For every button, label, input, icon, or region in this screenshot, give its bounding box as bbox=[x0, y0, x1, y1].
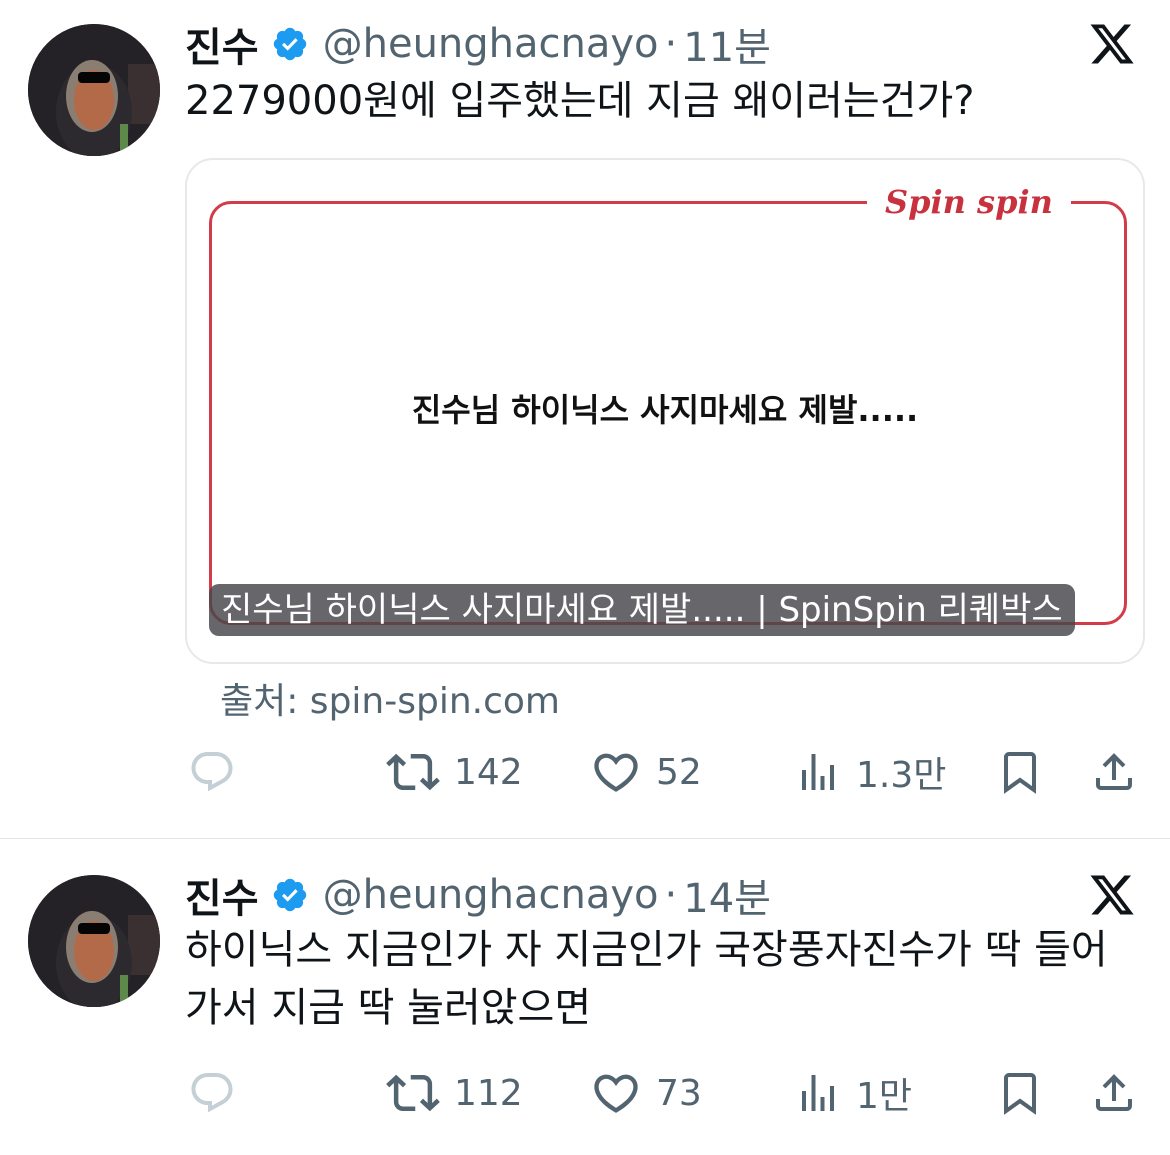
bookmark-button[interactable] bbox=[996, 1063, 1044, 1123]
retweet-button[interactable]: 142 bbox=[386, 742, 523, 802]
reply-button[interactable] bbox=[188, 1063, 236, 1123]
like-count: 73 bbox=[656, 1072, 702, 1114]
heart-icon bbox=[594, 1074, 638, 1113]
author-name[interactable]: 진수 bbox=[185, 15, 259, 73]
separator-dot: · bbox=[664, 872, 678, 918]
reply-icon bbox=[191, 752, 233, 792]
share-icon bbox=[1096, 1074, 1132, 1111]
tweet-actions: 142 52 1.3만 bbox=[0, 742, 1170, 802]
tweet-text: 2279000원에 입주했는데 지금 왜이러는건가? bbox=[185, 78, 975, 124]
card-body-text: 진수님 하이닉스 사지마세요 제발..... bbox=[411, 391, 919, 429]
retweet-count: 142 bbox=[454, 751, 523, 793]
bookmark-button[interactable] bbox=[996, 742, 1044, 802]
tweet-header: 진수 @heunghacnayo · 11분 bbox=[185, 20, 771, 71]
tweet-text-line: 가서 지금 딱 눌러앉으면 bbox=[185, 985, 592, 1031]
views-icon bbox=[802, 754, 834, 790]
retweet-icon bbox=[386, 1074, 440, 1112]
tweet-time[interactable]: 11분 bbox=[683, 15, 771, 73]
x-logo-icon bbox=[1087, 871, 1137, 919]
author-handle[interactable]: @heunghacnayo bbox=[323, 21, 659, 67]
separator-dot: · bbox=[664, 21, 678, 67]
views-button[interactable]: 1만 bbox=[794, 1063, 912, 1123]
tweet-header: 진수 @heunghacnayo · 14분 bbox=[185, 871, 771, 922]
avatar[interactable] bbox=[28, 24, 160, 156]
retweet-button[interactable]: 112 bbox=[386, 1063, 523, 1123]
tweet-text-line: 하이닉스 지금인가 자 지금인가 국장풍자진수가 딱 들어 bbox=[185, 927, 1108, 973]
heart-icon bbox=[594, 753, 638, 792]
card-caption: 진수님 하이닉스 사지마세요 제발..... | SpinSpin 리퀘박스 bbox=[209, 584, 1075, 636]
tweet-time[interactable]: 14분 bbox=[683, 866, 771, 924]
like-button[interactable]: 73 bbox=[590, 1063, 702, 1123]
retweet-icon bbox=[386, 753, 440, 791]
tweet-2[interactable]: 진수 @heunghacnayo · 14분 하이닉스 지금인가 자 지금인가 … bbox=[0, 839, 1170, 1155]
like-count: 52 bbox=[656, 751, 702, 793]
tweet-1[interactable]: 진수 @heunghacnayo · 11분 2279000원에 입주했는데 지… bbox=[0, 0, 1170, 838]
views-count: 1.3만 bbox=[856, 755, 947, 796]
verified-badge-icon bbox=[271, 25, 309, 63]
author-name[interactable]: 진수 bbox=[185, 866, 259, 924]
tweet-text: 하이닉스 지금인가 자 지금인가 국장풍자진수가 딱 들어 가서 지금 딱 눌러… bbox=[185, 921, 1145, 1037]
x-logo-icon bbox=[1087, 20, 1137, 68]
card-source[interactable]: 출처: spin-spin.com bbox=[220, 672, 560, 724]
reply-icon bbox=[191, 1073, 233, 1113]
card-logo: Spin spin bbox=[867, 182, 1071, 222]
tweet-actions: 112 73 1만 bbox=[0, 1063, 1170, 1123]
author-handle[interactable]: @heunghacnayo bbox=[323, 872, 659, 918]
views-icon bbox=[802, 1075, 834, 1111]
views-count: 1만 bbox=[856, 1076, 913, 1117]
avatar-image bbox=[28, 875, 160, 1007]
bookmark-icon bbox=[1004, 752, 1036, 794]
bookmark-icon bbox=[1004, 1073, 1036, 1115]
share-button[interactable] bbox=[1090, 742, 1138, 802]
verified-badge-icon bbox=[271, 876, 309, 914]
share-button[interactable] bbox=[1090, 1063, 1138, 1123]
avatar[interactable] bbox=[28, 875, 160, 1007]
retweet-count: 112 bbox=[454, 1072, 523, 1114]
link-card[interactable]: Spin spin 진수님 하이닉스 사지마세요 제발..... 진수님 하이닉… bbox=[185, 158, 1145, 664]
like-button[interactable]: 52 bbox=[590, 742, 702, 802]
avatar-image bbox=[28, 24, 160, 156]
share-icon bbox=[1096, 753, 1132, 790]
reply-button[interactable] bbox=[188, 742, 236, 802]
views-button[interactable]: 1.3만 bbox=[794, 742, 946, 802]
